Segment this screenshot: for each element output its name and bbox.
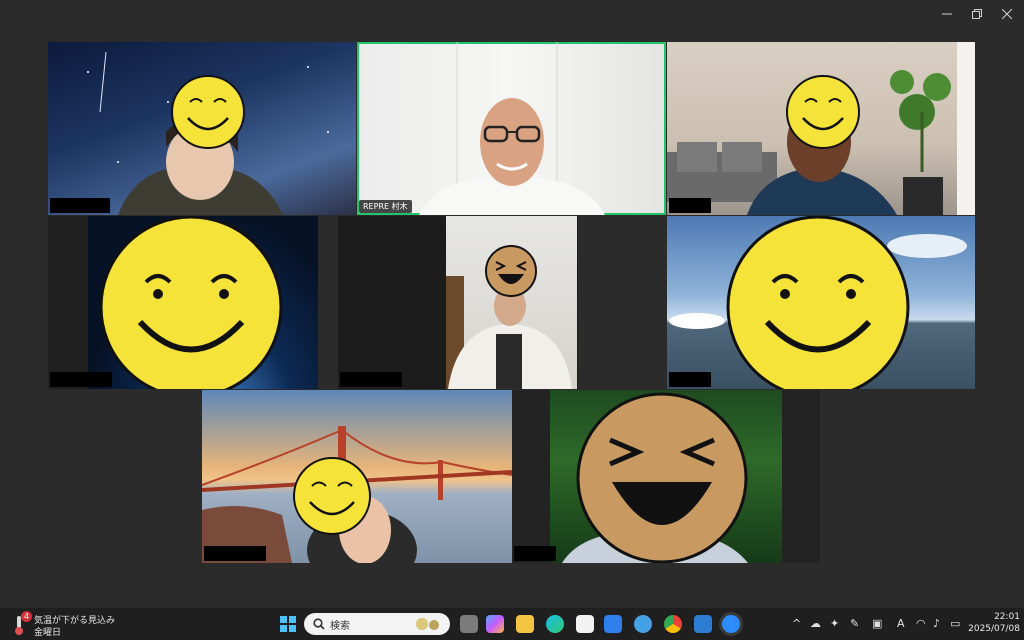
- participant-figure: [446, 276, 572, 389]
- participant-name-redacted: [50, 372, 112, 387]
- ime-indicator[interactable]: A: [897, 617, 905, 630]
- chrome-icon[interactable]: [664, 615, 682, 633]
- chevron-up-icon[interactable]: ^: [792, 617, 801, 630]
- restore-button[interactable]: [960, 4, 994, 24]
- search-icon: [313, 618, 325, 630]
- participant-name-redacted: [340, 372, 402, 387]
- wifi-icon[interactable]: ◠: [916, 617, 926, 630]
- search-highlight-icon: [416, 618, 439, 630]
- battery-icon[interactable]: ▭: [950, 617, 960, 630]
- weather-badge: 4: [21, 611, 32, 622]
- video-tile-7[interactable]: [202, 390, 512, 563]
- pen-icon[interactable]: ✎: [850, 617, 859, 630]
- participant-figure: [419, 42, 605, 215]
- participant-name-redacted: [669, 198, 711, 213]
- video-tile-1[interactable]: [48, 42, 356, 215]
- smiley-face-icon: [293, 457, 371, 535]
- file-explorer-icon[interactable]: [516, 615, 534, 633]
- cloud-icon[interactable]: ☁: [810, 617, 821, 630]
- windows-logo-icon: [280, 616, 296, 632]
- participant-name-redacted: [514, 546, 556, 561]
- smiley-face-icon: [99, 216, 283, 389]
- taskbar: 4 気温が下がる見込み 金曜日 検索 ^ ☁ ✦ ✎ ▣ A ◠ ♪ ▭ 22:…: [0, 607, 1024, 640]
- video-tile-2-active-speaker[interactable]: REPRE 村木: [357, 42, 666, 215]
- volume-icon[interactable]: ♪: [933, 617, 940, 630]
- weather-text-line2: 金曜日: [34, 628, 62, 638]
- start-button[interactable]: [279, 615, 297, 633]
- edge-icon[interactable]: [546, 615, 564, 633]
- zoom-icon[interactable]: [722, 615, 740, 633]
- microsoft-store-icon[interactable]: [576, 615, 594, 633]
- minimize-icon: [942, 13, 952, 15]
- clock-time: 22:01: [994, 612, 1020, 622]
- taskbar-search[interactable]: 検索: [304, 613, 450, 635]
- app-icon-blue[interactable]: [604, 615, 622, 633]
- copilot-icon[interactable]: [486, 615, 504, 633]
- smiley-face-icon: [786, 75, 860, 149]
- laughing-face-icon: [485, 245, 537, 297]
- weather-widget[interactable]: 4 気温が下がる見込み 金曜日: [10, 611, 120, 638]
- app-icon-round[interactable]: [634, 615, 652, 633]
- video-tile-3[interactable]: [667, 42, 975, 215]
- smiley-face-icon: [171, 75, 245, 149]
- restore-icon: [972, 9, 982, 19]
- photos-icon[interactable]: [694, 615, 712, 633]
- video-tile-6[interactable]: [667, 216, 975, 389]
- close-button[interactable]: [990, 4, 1024, 24]
- laughing-face-icon: [576, 392, 748, 563]
- search-placeholder: 検索: [330, 621, 350, 632]
- task-view-icon[interactable]: [460, 615, 478, 633]
- smiley-face-icon: [726, 216, 910, 389]
- participant-name-label: REPRE 村木: [359, 200, 412, 213]
- participant-name-redacted: [50, 198, 110, 213]
- clock[interactable]: 22:01 2025/07/08: [966, 611, 1020, 635]
- video-tile-4[interactable]: [48, 216, 318, 389]
- video-tile-5[interactable]: [338, 216, 578, 389]
- clock-date: 2025/07/08: [968, 624, 1020, 634]
- video-tile-8[interactable]: [512, 390, 820, 563]
- dropbox-icon[interactable]: ✦: [830, 617, 839, 630]
- minimize-button[interactable]: [930, 4, 964, 24]
- close-icon: [1002, 9, 1012, 19]
- screen-icon[interactable]: ▣: [872, 617, 882, 630]
- participant-name-redacted: [204, 546, 266, 561]
- participant-name-redacted: [669, 372, 711, 387]
